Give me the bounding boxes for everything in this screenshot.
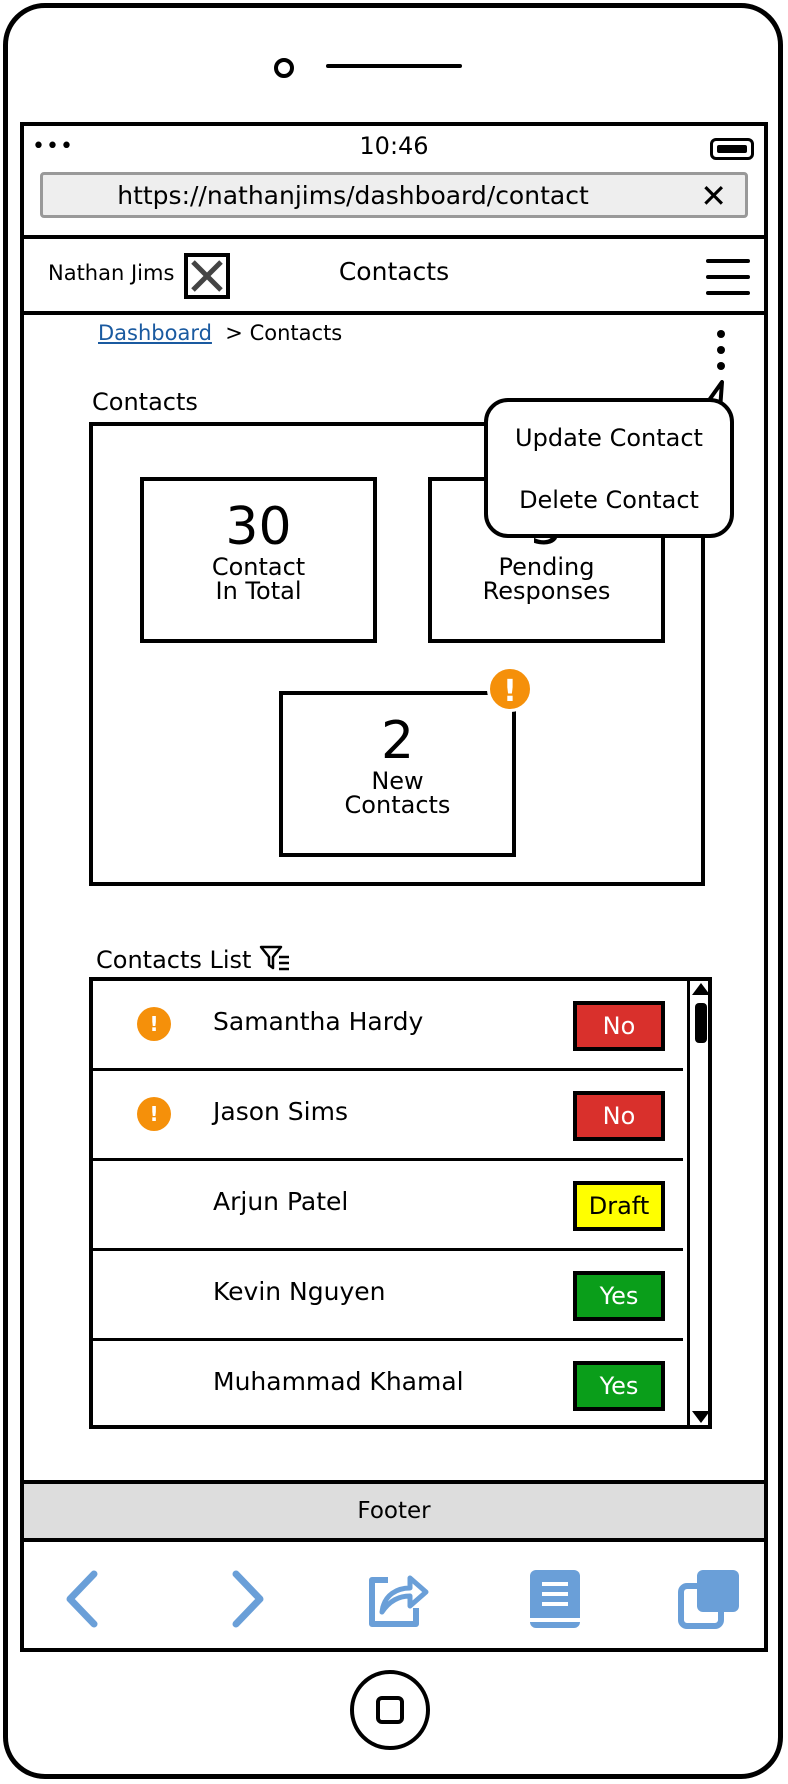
contact-name: Jason Sims <box>213 1097 348 1126</box>
status-badge: No <box>573 1001 665 1051</box>
status-badge: Yes <box>573 1361 665 1411</box>
card-label-line1: Pending <box>498 553 595 581</box>
alert-icon: ! <box>137 1097 171 1131</box>
speaker-grill <box>326 64 462 68</box>
breadcrumb-link-dashboard[interactable]: Dashboard <box>98 321 212 345</box>
app-header: Nathan Jims Contacts <box>24 235 764 315</box>
card-value: 30 <box>225 497 292 557</box>
home-icon <box>376 1696 404 1724</box>
menu-icon[interactable] <box>706 257 750 297</box>
scroll-down-icon <box>692 1411 710 1423</box>
menu-item-update-contact[interactable]: Update Contact <box>488 424 730 452</box>
status-badge: No <box>573 1091 665 1141</box>
contact-name: Kevin Nguyen <box>213 1277 386 1306</box>
tabs-icon[interactable] <box>675 1564 745 1634</box>
card-label-line2: Responses <box>482 577 611 605</box>
menu-item-delete-contact[interactable]: Delete Contact <box>488 486 730 514</box>
summary-label: Contacts <box>92 388 198 416</box>
contact-name: Samantha Hardy <box>213 1007 424 1036</box>
list-item[interactable]: Arjun Patel Draft <box>93 1161 683 1251</box>
card-label-line1: Contact <box>211 553 306 581</box>
card-value: 2 <box>380 711 415 771</box>
alert-icon: ! <box>487 666 533 712</box>
list-item[interactable]: Kevin Nguyen Yes <box>93 1251 683 1341</box>
scrollbar[interactable] <box>687 981 712 1425</box>
camera-icon <box>274 58 294 78</box>
breadcrumb-current: Contacts <box>249 321 343 345</box>
alert-icon: ! <box>137 1007 171 1041</box>
list-item[interactable]: ! Samantha Hardy No <box>93 981 683 1071</box>
clock: 10:46 <box>359 132 429 160</box>
forward-icon[interactable] <box>210 1564 280 1634</box>
breadcrumb-separator: > <box>225 321 243 345</box>
browser-toolbar <box>20 1542 768 1652</box>
card-new-contacts[interactable]: 2 New Contacts <box>279 691 516 857</box>
card-label-line1: New <box>371 767 424 795</box>
contacts-list: ! Samantha Hardy No ! Jason Sims No Arju… <box>89 977 712 1429</box>
share-icon[interactable] <box>360 1564 430 1634</box>
contact-name: Arjun Patel <box>213 1187 349 1216</box>
page-title: Contacts <box>338 257 450 286</box>
list-item[interactable]: ! Jason Sims No <box>93 1071 683 1161</box>
filter-icon[interactable] <box>259 944 291 972</box>
status-badge: Yes <box>573 1271 665 1321</box>
close-icon[interactable]: ✕ <box>700 177 727 215</box>
status-bar: ••• 10:46 <box>24 126 764 170</box>
address-bar[interactable]: https://nathanjims/dashboard/contact ✕ <box>40 172 748 218</box>
battery-icon <box>710 138 754 160</box>
list-item[interactable]: Muhammad Khamal Yes <box>93 1341 683 1431</box>
contacts-list-title: Contacts List <box>96 946 252 974</box>
scroll-thumb <box>695 1003 707 1043</box>
breadcrumb: Dashboard > Contacts <box>98 321 342 345</box>
scroll-up-icon <box>692 983 710 995</box>
url-text[interactable]: https://nathanjims/dashboard/contact <box>43 181 663 210</box>
home-button[interactable] <box>350 1670 430 1750</box>
contacts-list-label: Contacts List <box>96 944 291 974</box>
back-icon[interactable] <box>50 1564 120 1634</box>
status-badge: Draft <box>573 1181 665 1231</box>
bookmarks-icon[interactable] <box>520 1564 590 1634</box>
card-label-line2: In Total <box>215 577 302 605</box>
more-options-icon[interactable] <box>715 330 727 370</box>
contact-name: Muhammad Khamal <box>213 1367 464 1396</box>
footer: Footer <box>20 1480 768 1542</box>
card-label-line2: Contacts <box>344 791 451 819</box>
context-menu: Update Contact Delete Contact <box>484 398 734 538</box>
card-contacts-total[interactable]: 30 Contact In Total <box>140 477 377 643</box>
